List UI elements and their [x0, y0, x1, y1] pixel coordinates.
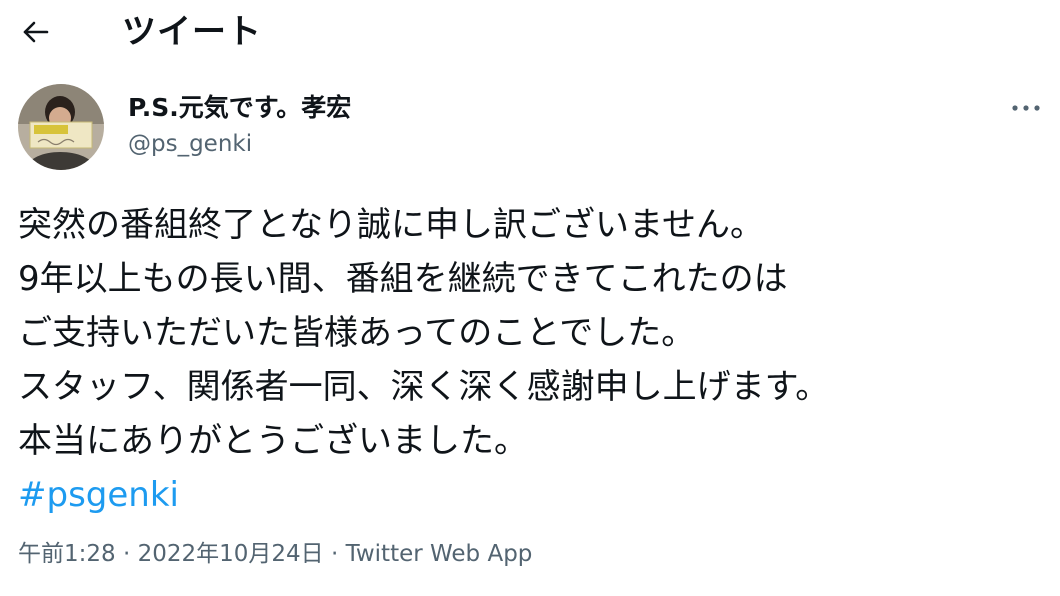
tweet-text-line: ご支持いただいた皆様あってのことでした。 [18, 313, 696, 353]
meta-separator: · [323, 541, 346, 567]
hashtag-link[interactable]: #psgenki [18, 468, 1038, 522]
tweet-source[interactable]: Twitter Web App [346, 541, 533, 567]
profile-photo [18, 84, 104, 170]
tweet-text-line: 突然の番組終了となり誠に申し訳ございません。 [18, 205, 764, 245]
back-button[interactable] [14, 12, 58, 52]
tweet-date[interactable]: 2022年10月24日 [138, 541, 324, 567]
tweet-text-line: スタッフ、関係者一同、深く深く感謝申し上げます。 [18, 367, 830, 407]
more-horizontal-icon [1012, 105, 1040, 111]
avatar[interactable] [18, 84, 104, 170]
tweet-time[interactable]: 午前1:28 [18, 541, 116, 567]
tweet-header: ツイート [0, 0, 1060, 66]
author-handle[interactable]: @ps_genki [128, 128, 252, 160]
tweet-text-line: 本当にありがとうございました。 [18, 421, 528, 461]
page-title: ツイート [122, 12, 262, 52]
tweet-text-line: 9年以上もの長い間、番組を継続できてこれたのは [18, 259, 788, 299]
arrow-left-icon [23, 21, 49, 43]
author-display-name[interactable]: P.S.元気です。孝宏 [128, 92, 351, 124]
meta-separator: · [115, 541, 138, 567]
tweet-text: 突然の番組終了となり誠に申し訳ございません。 9年以上もの長い間、番組を継続でき… [18, 198, 1038, 522]
more-button[interactable] [1006, 92, 1046, 124]
tweet-meta: 午前1:28 · 2022年10月24日 · Twitter Web App [18, 536, 532, 572]
